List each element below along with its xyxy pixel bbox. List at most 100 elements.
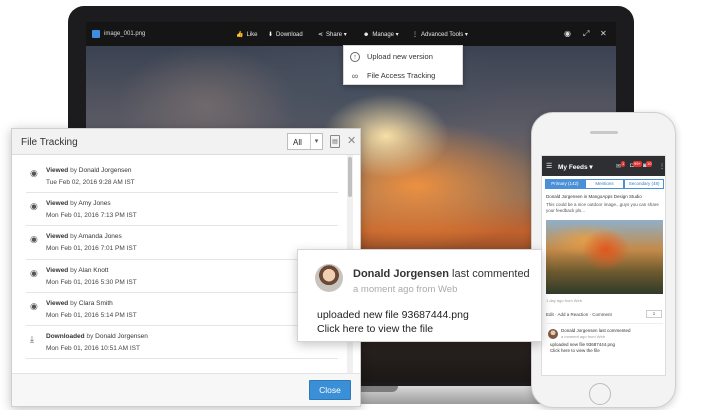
- close-viewer-icon[interactable]: ✕: [600, 29, 607, 38]
- hide-icon[interactable]: ◉: [564, 29, 571, 38]
- post-text: This could be a nice outdoor image...guy…: [546, 202, 659, 213]
- feed-tabs: Primary (142) Mentions Secondary (48): [545, 179, 665, 189]
- dialog-header: File Tracking All ▾ ▤ ✕: [12, 129, 360, 155]
- viewer-toolbar: image_001.png 👍 Like ⬇ Download ⋖ Share ▾ ☻…: [86, 22, 616, 46]
- phone-title[interactable]: My Feeds ▾: [558, 163, 593, 171]
- more-vertical-icon: ⋮: [412, 32, 418, 38]
- status-badge: 10: [646, 161, 653, 167]
- phone-header: ☰ My Feeds ▾ ✉ 1 ◘ 99+ ◙ 10 ⋮: [542, 156, 665, 176]
- download-icon: ⬇: [268, 32, 274, 38]
- tracking-list: ◉ Viewed by Donald Jorgensen Tue Feb 02,…: [26, 160, 338, 360]
- menu-item-file-access-tracking[interactable]: ∞ File Access Tracking: [344, 66, 464, 85]
- callout-meta: a moment ago from Web: [353, 284, 458, 295]
- entry-user: Amy Jones: [78, 200, 111, 208]
- list-item: ⤓ Downloaded by Donald Jorgensen Mon Feb…: [26, 326, 338, 360]
- phone: ☰ My Feeds ▾ ✉ 1 ◘ 99+ ◙ 10 ⋮ Primary (1…: [531, 112, 676, 408]
- post-author: Donald Jorgensen in MangoApps Design Stu…: [546, 194, 642, 199]
- tab-secondary[interactable]: Secondary (48): [624, 179, 665, 189]
- entry-time: Tue Feb 02, 2016 9:28 AM IST: [46, 179, 135, 186]
- entry-action: Viewed: [46, 200, 69, 208]
- entry-action: Downloaded: [46, 332, 85, 340]
- entry-by: by: [70, 266, 77, 274]
- list-item: ◉ Viewed by Clara Smith Mon Feb 01, 2016…: [26, 293, 338, 326]
- post-meta: 1 day ago from Web: [546, 298, 582, 303]
- manage-menu: ↑ Upload new version ∞ File Access Track…: [343, 45, 463, 85]
- comment-meta: a moment ago from Web: [561, 334, 605, 339]
- dialog-footer: Close: [12, 373, 360, 406]
- callout-verb: last commented: [452, 268, 530, 280]
- export-icon[interactable]: ▤: [330, 135, 340, 148]
- like-button[interactable]: 👍 Like: [236, 31, 258, 38]
- thumbs-up-icon: 👍: [236, 32, 244, 38]
- phone-comment: Donald Jorgensen last commented a moment…: [546, 323, 663, 363]
- list-item: ◉ Viewed by Alan Knott Mon Feb 01, 2016 …: [26, 260, 338, 293]
- filter-select[interactable]: All ▾: [287, 133, 323, 150]
- chevron-down-icon: ▾: [310, 134, 322, 149]
- eye-icon: ◉: [30, 234, 38, 245]
- filter-value: All: [293, 138, 302, 147]
- comment-author: Donald Jorgensen last commented: [561, 328, 631, 333]
- callout-link[interactable]: Click here to view the file: [317, 323, 433, 335]
- phone-home-button[interactable]: [589, 383, 611, 405]
- user-icon: ☻: [363, 32, 370, 38]
- hamburger-menu-icon[interactable]: ☰: [546, 162, 552, 170]
- entry-action: Viewed: [46, 233, 69, 241]
- expand-icon[interactable]: ⤢: [583, 29, 589, 39]
- entry-time: Mon Feb 01, 2016 5:30 PM IST: [46, 278, 137, 286]
- callout-text: uploaded new file 93687444.png: [317, 309, 469, 321]
- manage-button[interactable]: ☻ Manage ▾: [363, 31, 399, 38]
- entry-by: by: [70, 233, 77, 241]
- glasses-icon: ∞: [351, 70, 359, 81]
- list-item: ◉ Viewed by Amanda Jones Mon Feb 01, 201…: [26, 226, 338, 260]
- entry-by: by: [86, 332, 94, 340]
- tab-mentions[interactable]: Mentions: [584, 179, 625, 189]
- image-file-icon: [92, 30, 100, 38]
- entry-user: Clara Smith: [78, 299, 113, 307]
- avatar: [548, 329, 558, 339]
- menu-item-upload-new-version[interactable]: ↑ Upload new version: [344, 47, 464, 66]
- list-item: ◉ Viewed by Donald Jorgensen Tue Feb 02,…: [26, 160, 338, 194]
- entry-user: Donald Jorgensen: [95, 332, 148, 340]
- eye-icon: ◉: [30, 168, 38, 178]
- file-name: image_001.png: [104, 31, 146, 37]
- entry-time: Mon Feb 01, 2016 7:01 PM IST: [46, 245, 137, 253]
- entry-by: by: [70, 299, 77, 307]
- post-actions[interactable]: Edit · Add a Reaction · Comment: [546, 312, 612, 317]
- post-image[interactable]: [546, 220, 663, 294]
- share-icon: ⋖: [318, 32, 324, 38]
- avatar: [315, 264, 343, 292]
- phone-speaker: [590, 131, 618, 134]
- entry-time: Mon Feb 01, 2016 10:51 AM IST: [46, 344, 140, 352]
- entry-user: Amanda Jones: [78, 233, 122, 241]
- entry-by: by: [70, 200, 77, 208]
- share-button[interactable]: ⋖ Share ▾: [318, 31, 347, 38]
- comment-count: 1: [646, 310, 662, 318]
- eye-icon: ◉: [30, 267, 38, 278]
- stage: image_001.png 👍 Like ⬇ Download ⋖ Share ▾ ☻…: [0, 0, 703, 410]
- comment-link[interactable]: Click here to view the file: [550, 348, 600, 353]
- entry-user: Alan Knott: [78, 266, 109, 274]
- tab-primary[interactable]: Primary (142): [545, 179, 585, 189]
- more-vertical-icon[interactable]: ⋮: [659, 163, 665, 170]
- entry-time: Mon Feb 01, 2016 7:13 PM IST: [46, 212, 137, 220]
- comment-callout: Donald Jorgensen last commented a moment…: [297, 249, 542, 342]
- download-icon: ⤓: [30, 333, 34, 344]
- entry-user: Donald Jorgensen: [78, 167, 132, 174]
- status-badge: 1: [621, 161, 626, 167]
- entry-by: by: [70, 167, 77, 174]
- close-button[interactable]: Close: [309, 380, 351, 400]
- entry-action: Viewed: [46, 266, 69, 274]
- entry-action: Viewed: [46, 299, 69, 307]
- eye-icon: ◉: [30, 201, 38, 212]
- advanced-tools-button[interactable]: ⋮ Advanced Tools ▾: [412, 31, 468, 38]
- close-icon[interactable]: ✕: [347, 134, 356, 147]
- entry-time: Mon Feb 01, 2016 5:14 PM IST: [46, 311, 137, 319]
- callout-author[interactable]: Donald Jorgensen: [353, 268, 449, 280]
- download-button[interactable]: ⬇ Download: [268, 31, 303, 38]
- phone-screen: ☰ My Feeds ▾ ✉ 1 ◘ 99+ ◙ 10 ⋮ Primary (1…: [541, 155, 666, 376]
- list-item: ◉ Viewed by Amy Jones Mon Feb 01, 2016 7…: [26, 193, 338, 227]
- scroll-thumb[interactable]: [348, 157, 352, 197]
- status-badge: 99+: [633, 161, 642, 167]
- comment-text: uploaded new file 93687444.png: [550, 342, 616, 347]
- eye-icon: ◉: [30, 300, 38, 311]
